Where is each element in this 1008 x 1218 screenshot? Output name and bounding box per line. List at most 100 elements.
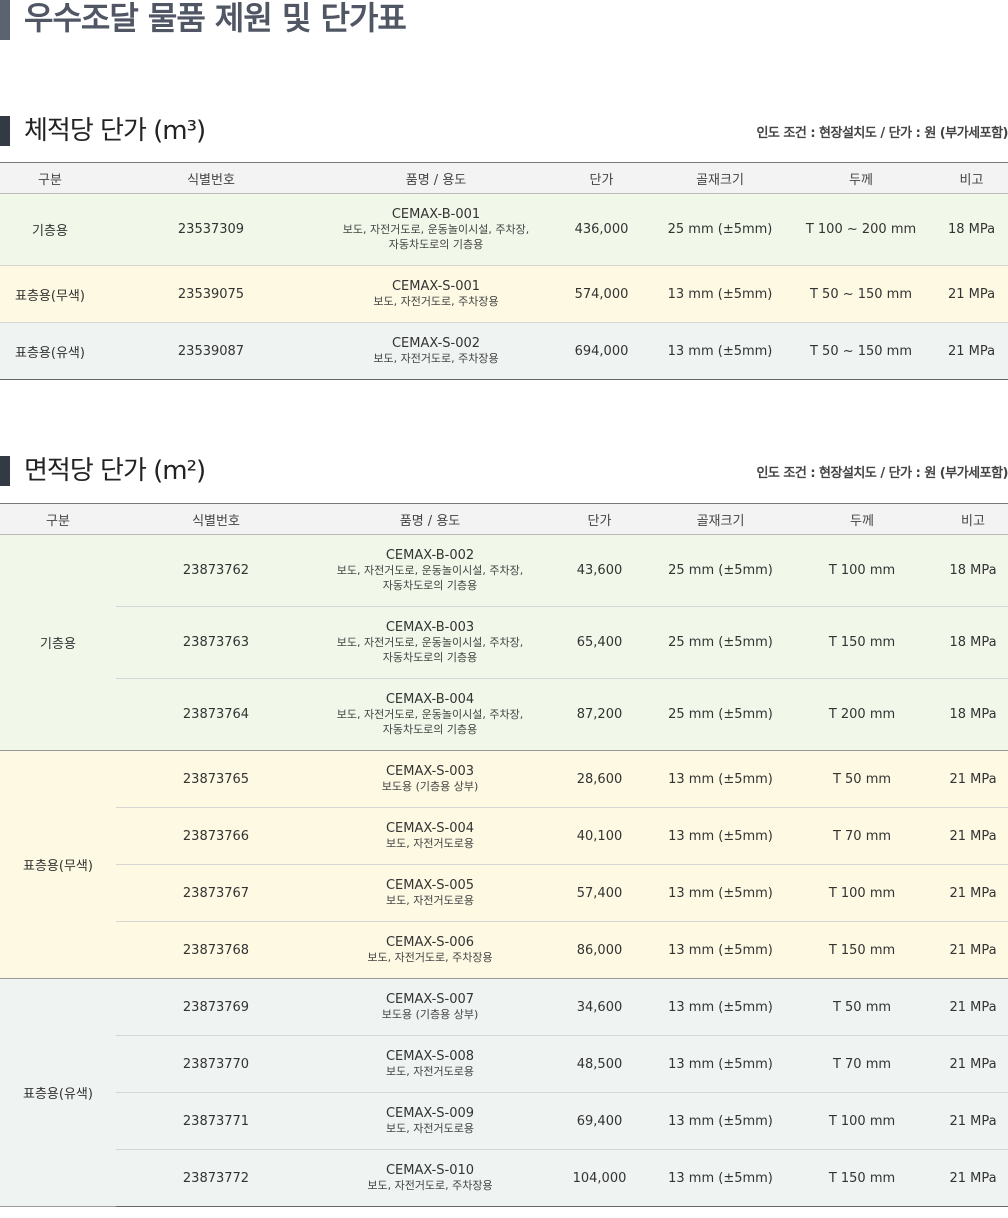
price-cell: 87,200 (544, 678, 655, 751)
note-cell: 21 MPa (938, 750, 1008, 808)
product-code: CEMAX-S-009 (385, 1106, 475, 1121)
product-usage: 보도, 자전거도로용 (386, 1122, 474, 1135)
note-cell: 21 MPa (938, 1149, 1008, 1207)
product-cell: CEMAX-S-005 보도, 자전거도로용 (316, 864, 544, 922)
aggregate-cell: 25 mm (±5mm) (655, 678, 786, 751)
thickness-cell: T 100 ~ 200 mm (787, 193, 935, 266)
price-cell: 86,000 (544, 921, 655, 979)
area-price-table: 구분 식별번호 품명 / 용도 단가 골재크기 두께 비고 기층용 23873762 CEMAX… (0, 503, 1008, 1207)
thickness-cell: T 50 mm (786, 978, 938, 1036)
product-cell: CEMAX-B-003 보도, 자전거도로, 운동놀이시설, 주차장, 자동차도로의… (316, 606, 544, 679)
table-row: 23873767 CEMAX-S-005 보도, 자전거도로용 57,400 13 mm… (0, 864, 1008, 922)
table-row: 23873766 CEMAX-S-004 보도, 자전거도로용 40,100 13 mm… (0, 807, 1008, 865)
product-cell: CEMAX-S-010 보도, 자전거도로, 주차장용 (316, 1149, 544, 1207)
price-cell: 574,000 (550, 265, 653, 323)
id-cell: 23539075 (100, 265, 322, 323)
id-cell: 23873769 (116, 978, 316, 1036)
thickness-cell: T 100 mm (786, 864, 938, 922)
product-cell: CEMAX-B-001 보도, 자전거도로, 운동놀이시설, 주차장, 자동차도로의… (322, 193, 550, 266)
id-cell: 23873768 (116, 921, 316, 979)
id-cell: 23873770 (116, 1035, 316, 1093)
product-usage: 보도, 자전거도로, 주차장용 (373, 352, 499, 365)
category-cell: 표층용(무색) (0, 750, 116, 979)
aggregate-cell: 13 mm (±5mm) (653, 265, 787, 323)
product-code: CEMAX-S-010 (385, 1163, 475, 1178)
product-usage: 보도, 자전거도로용 (386, 1065, 474, 1078)
note-cell: 21 MPa (938, 1092, 1008, 1150)
note-cell: 18 MPa (935, 193, 1008, 266)
product-cell: CEMAX-S-001 보도, 자전거도로, 주차장용 (322, 265, 550, 323)
product-usage: 자동차도로의 기층용 (382, 723, 478, 736)
column-header: 단가 (544, 503, 655, 535)
column-header: 품명 / 용도 (322, 162, 550, 194)
note-cell: 21 MPa (935, 322, 1008, 380)
product-usage: 보도, 자전거도로용 (386, 837, 474, 850)
product-code: CEMAX-S-002 (391, 336, 481, 351)
column-header: 비고 (938, 503, 1008, 535)
note-cell: 21 MPa (935, 265, 1008, 323)
column-header: 골재크기 (653, 162, 787, 194)
thickness-cell: T 100 mm (786, 534, 938, 607)
note-cell: 21 MPa (938, 921, 1008, 979)
product-cell: CEMAX-S-008 보도, 자전거도로용 (316, 1035, 544, 1093)
product-code: CEMAX-S-004 (385, 821, 475, 836)
product-cell: CEMAX-S-003 보도용 (기층용 상부) (316, 750, 544, 808)
note-cell: 21 MPa (938, 978, 1008, 1036)
product-usage: 보도, 자전거도로, 운동놀이시설, 주차장, (342, 223, 530, 236)
aggregate-cell: 13 mm (±5mm) (655, 921, 786, 979)
price-cell: 104,000 (544, 1149, 655, 1207)
aggregate-cell: 13 mm (±5mm) (655, 1149, 786, 1207)
product-usage: 보도, 자전거도로, 주차장용 (367, 951, 493, 964)
aggregate-cell: 13 mm (±5mm) (655, 1092, 786, 1150)
price-cell: 57,400 (544, 864, 655, 922)
table-row: 기층용 23537309 CEMAX-B-001 보도, 자전거도로, 운동놀이시설,… (0, 193, 1008, 266)
table-header-row: 구분 식별번호 품명 / 용도 단가 골재크기 두께 비고 (0, 162, 1008, 194)
product-code: CEMAX-B-004 (385, 692, 475, 707)
id-cell: 23873762 (116, 534, 316, 607)
volume-section-header: 체적당 단가 (m³) 인도 조건 : 현장설치도 / 단가 : 원 (부가세포… (0, 116, 1008, 156)
product-usage: 자동차도로의 기층용 (388, 238, 484, 251)
column-header: 두께 (787, 162, 935, 194)
column-header: 비고 (935, 162, 1008, 194)
thickness-cell: T 200 mm (786, 678, 938, 751)
product-cell: CEMAX-S-004 보도, 자전거도로용 (316, 807, 544, 865)
volume-price-table: 구분 식별번호 품명 / 용도 단가 골재크기 두께 비고 기층용 23537309 CEMAX… (0, 162, 1008, 380)
price-cell: 34,600 (544, 978, 655, 1036)
product-usage: 보도, 자전거도로, 운동놀이시설, 주차장, (336, 636, 524, 649)
thickness-cell: T 100 mm (786, 1092, 938, 1150)
note-cell: 21 MPa (938, 807, 1008, 865)
product-usage: 보도, 자전거도로, 주차장용 (367, 1179, 493, 1192)
volume-section-title: 체적당 단가 (m³) (0, 116, 206, 146)
note-cell: 18 MPa (938, 534, 1008, 607)
price-cell: 65,400 (544, 606, 655, 679)
volume-section-note: 인도 조건 : 현장설치도 / 단가 : 원 (부가세포함) (756, 126, 1008, 141)
product-cell: CEMAX-S-002 보도, 자전거도로, 주차장용 (322, 322, 550, 380)
product-usage: 자동차도로의 기층용 (382, 651, 478, 664)
table-row: 기층용 23873762 CEMAX-B-002 보도, 자전거도로, 운동놀이시설,… (0, 534, 1008, 751)
aggregate-cell: 13 mm (±5mm) (655, 1035, 786, 1093)
product-cell: CEMAX-B-002 보도, 자전거도로, 운동놀이시설, 주차장, 자동차도로의… (316, 534, 544, 607)
product-usage: 보도, 자전거도로, 운동놀이시설, 주차장, (336, 564, 524, 577)
page-title: 우수조달 물품 제원 및 단가표 (0, 0, 900, 40)
column-header: 단가 (550, 162, 653, 194)
table-row: 23873768 CEMAX-S-006 보도, 자전거도로, 주차장용 86,000… (0, 921, 1008, 979)
product-usage: 보도, 자전거도로, 운동놀이시설, 주차장, (336, 708, 524, 721)
column-header: 품명 / 용도 (316, 503, 544, 535)
category-cell: 기층용 (0, 534, 116, 751)
aggregate-cell: 25 mm (±5mm) (655, 606, 786, 679)
thickness-cell: T 50 ~ 150 mm (787, 322, 935, 380)
product-usage: 자동차도로의 기층용 (382, 579, 478, 592)
id-cell: 23873771 (116, 1092, 316, 1150)
product-usage: 보도용 (기층용 상부) (381, 1008, 479, 1021)
id-cell: 23537309 (100, 193, 322, 266)
category-cell: 기층용 (0, 193, 100, 266)
thickness-cell: T 70 mm (786, 1035, 938, 1093)
product-code: CEMAX-B-003 (385, 620, 475, 635)
thickness-cell: T 150 mm (786, 921, 938, 979)
id-cell: 23873763 (116, 606, 316, 679)
id-cell: 23873767 (116, 864, 316, 922)
table-row: 23873770 CEMAX-S-008 보도, 자전거도로용 48,500 13 mm… (0, 1035, 1008, 1093)
product-code: CEMAX-S-003 (385, 764, 475, 779)
table-row: 표층용(무색) 23539075 CEMAX-S-001 보도, 자전거도로, 주차장… (0, 265, 1008, 323)
table-row: 23873771 CEMAX-S-009 보도, 자전거도로용 69,400 13 mm… (0, 1092, 1008, 1150)
